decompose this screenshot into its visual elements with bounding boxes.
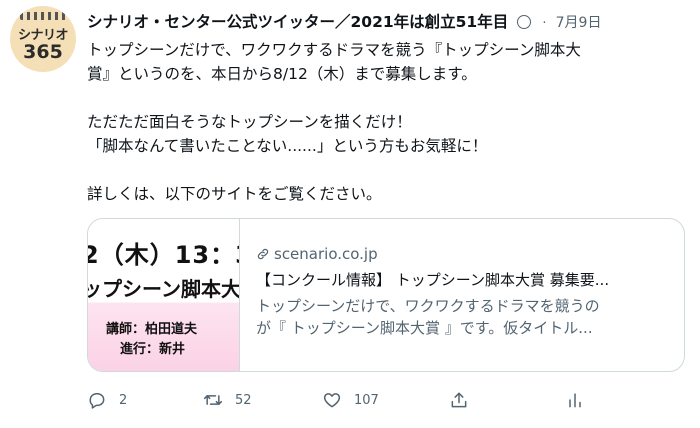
avatar[interactable]: シナリオ 365 bbox=[10, 6, 76, 72]
like-count: 107 bbox=[354, 392, 379, 408]
analytics-icon bbox=[569, 393, 581, 408]
tweet-line: 賞』というのを、本日から8/12（木）まで募集します。 bbox=[87, 65, 477, 83]
card-description: トップシーンだけで、ワクワクするドラマを競うの が『 トップシーン脚本大賞 』で… bbox=[256, 295, 674, 339]
avatar-text-number: 365 bbox=[23, 41, 63, 63]
author-name[interactable]: シナリオ・センター公式ツイッター／2021年は創立51年目 bbox=[87, 13, 508, 31]
share-button[interactable] bbox=[449, 386, 469, 414]
tweet-line: 詳しくは、以下のサイトをご覧ください。 bbox=[87, 185, 382, 203]
card-domain: scenario.co.jp bbox=[274, 245, 378, 263]
thumbnail-host-text: 進行：新井 bbox=[120, 342, 186, 357]
card-domain-row: scenario.co.jp bbox=[256, 245, 674, 263]
heart-icon bbox=[323, 393, 341, 408]
reply-button[interactable]: 2 bbox=[87, 386, 127, 414]
tweet-text: トップシーンだけで、ワクワクするドラマを競う『トップシーン脚本大 賞』というのを… bbox=[87, 38, 692, 206]
tweet-line: ただただ面白そうなトップシーンを描くだけ！ bbox=[87, 113, 412, 131]
retweet-count: 52 bbox=[235, 392, 252, 408]
reply-count: 2 bbox=[119, 392, 128, 408]
like-button[interactable]: 107 bbox=[322, 386, 379, 414]
reply-icon bbox=[89, 393, 105, 409]
action-bar: 2 52 107 bbox=[87, 386, 687, 414]
card-title: 【コンクール情報】 トップシーン脚本大賞 募集要... bbox=[256, 271, 610, 289]
tweet-line: 「脚本なんて書いたことない......」という方もお気軽に！ bbox=[87, 137, 488, 155]
link-card[interactable]: 2（木）13：3 ップシーン脚本大 講師：柏田道夫 進行：新井 scenario… bbox=[87, 218, 685, 372]
card-body[interactable]: scenario.co.jp 【コンクール情報】 トップシーン脚本大賞 募集要.… bbox=[256, 245, 674, 339]
notebook-spiral bbox=[20, 12, 66, 20]
retweet-button[interactable]: 52 bbox=[203, 386, 252, 414]
card-thumbnail[interactable]: 2（木）13：3 ップシーン脚本大 講師：柏田道夫 進行：新井 bbox=[88, 219, 240, 371]
handle-icon bbox=[517, 15, 532, 29]
card-desc-line: が『 トップシーン脚本大賞 』です。仮タイトル... bbox=[256, 319, 593, 337]
tweet-header: シナリオ・センター公式ツイッター／2021年は創立51年目 · 7月9日 bbox=[87, 10, 692, 34]
card-desc-line: トップシーンだけで、ワクワクするドラマを競うの bbox=[256, 297, 600, 315]
thumbnail-date-text: 2（木）13：3 bbox=[88, 241, 239, 269]
share-icon bbox=[451, 392, 467, 408]
tweet-time[interactable]: 7月9日 bbox=[556, 15, 602, 31]
thumbnail-lecturer-text: 講師：柏田道夫 bbox=[106, 322, 198, 337]
analytics-button[interactable] bbox=[565, 386, 585, 414]
link-icon bbox=[257, 248, 269, 260]
retweet-icon bbox=[203, 395, 223, 405]
tweet-line: トップシーンだけで、ワクワクするドラマを競う『トップシーン脚本大 bbox=[87, 41, 581, 59]
separator-dot: · bbox=[542, 16, 547, 31]
thumbnail-title-text: ップシーン脚本大 bbox=[88, 277, 240, 301]
